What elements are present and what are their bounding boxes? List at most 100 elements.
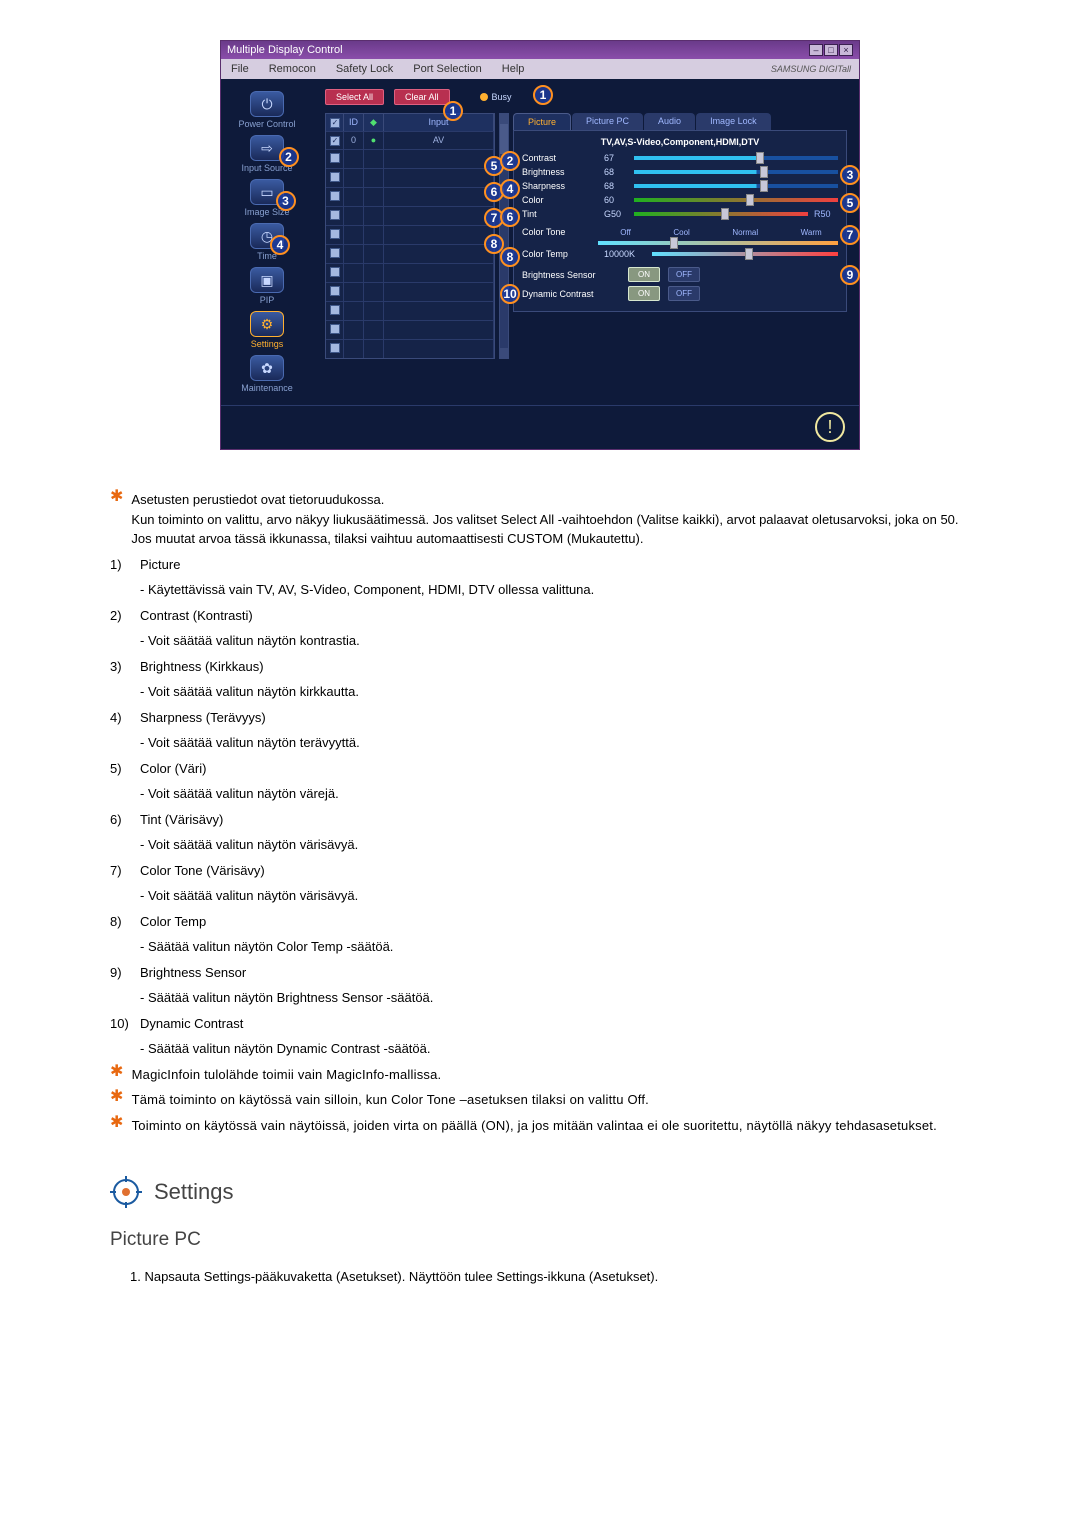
tone-opt-off[interactable]: Off — [620, 228, 631, 237]
color-tone-slider[interactable] — [598, 241, 838, 245]
maximize-icon[interactable]: □ — [824, 44, 838, 56]
color-temp-label: Color Temp — [522, 249, 598, 259]
slider-thumb[interactable] — [721, 208, 729, 220]
checkbox-icon[interactable] — [330, 343, 340, 353]
tab-image-lock[interactable]: Image Lock — [696, 113, 771, 130]
settings-gear-icon — [110, 1176, 142, 1208]
table-row[interactable] — [326, 187, 494, 206]
scroll-down-icon[interactable] — [500, 348, 508, 358]
checkbox-icon[interactable] — [330, 172, 340, 182]
slider-thumb[interactable] — [746, 194, 754, 206]
titlebar: Multiple Display Control – □ × — [221, 41, 859, 59]
busy-label: Busy — [492, 92, 512, 102]
item-title: Contrast (Kontrasti) — [140, 606, 253, 626]
dynamic-contrast-on-button[interactable]: ON — [628, 286, 660, 301]
checkbox-icon[interactable] — [330, 153, 340, 163]
sidebar-item-pip[interactable]: ▣ PIP — [250, 267, 284, 305]
checkbox-icon[interactable] — [330, 210, 340, 220]
checkbox-icon[interactable] — [330, 229, 340, 239]
slider-thumb[interactable] — [745, 248, 753, 260]
tint-label: Tint — [522, 209, 598, 219]
table-row[interactable] — [326, 301, 494, 320]
menu-port-selection[interactable]: Port Selection — [403, 61, 491, 77]
list-item: 8)Color Temp — [110, 912, 970, 932]
table-row[interactable] — [326, 225, 494, 244]
star-icon: ✱ — [110, 1090, 124, 1110]
tab-picture-pc[interactable]: Picture PC — [572, 113, 643, 130]
scroll-thumb[interactable] — [500, 124, 508, 154]
menu-safety-lock[interactable]: Safety Lock — [326, 61, 403, 77]
checkbox-icon[interactable] — [330, 118, 340, 128]
checkbox-icon[interactable] — [330, 286, 340, 296]
checkbox-icon[interactable] — [330, 191, 340, 201]
checkbox-icon[interactable] — [330, 324, 340, 334]
scroll-up-icon[interactable] — [500, 114, 508, 124]
checkbox-icon[interactable] — [330, 248, 340, 258]
slider-thumb[interactable] — [670, 237, 678, 249]
settings-title: Settings — [154, 1175, 234, 1208]
tint-slider[interactable] — [634, 212, 808, 216]
sidebar-item-image-size[interactable]: ▭ Image Size 3 — [244, 179, 289, 217]
status-bar: ! — [221, 405, 859, 449]
table-row[interactable] — [326, 244, 494, 263]
tone-opt-cool[interactable]: Cool — [673, 228, 689, 237]
tab-picture[interactable]: Picture — [513, 113, 571, 130]
checkbox-icon[interactable] — [330, 305, 340, 315]
app-title: Multiple Display Control — [227, 44, 343, 56]
contrast-slider[interactable] — [634, 156, 838, 160]
item-title: Brightness (Kirkkaus) — [140, 657, 264, 677]
slider-thumb[interactable] — [760, 166, 768, 178]
color-temp-slider[interactable] — [652, 252, 838, 256]
table-row[interactable] — [326, 320, 494, 339]
table-row[interactable] — [326, 282, 494, 301]
tone-opt-warm[interactable]: Warm — [801, 228, 822, 237]
sidebar-item-power-control[interactable]: ⏻ Power Control — [238, 91, 295, 129]
sidebar-item-settings[interactable]: ⚙ Settings — [250, 311, 284, 349]
menu-remocon[interactable]: Remocon — [259, 61, 326, 77]
item-desc: - Voit säätää valitun näytön värisävyä. — [140, 835, 970, 855]
tone-opt-normal[interactable]: Normal — [732, 228, 758, 237]
maintenance-icon: ✿ — [261, 360, 273, 377]
brightness-slider[interactable] — [634, 170, 838, 174]
item-desc: - Voit säätää valitun näytön kontrastia. — [140, 631, 970, 651]
brightness-value: 68 — [604, 167, 628, 177]
item-title: Color Temp — [140, 912, 206, 932]
sharpness-slider[interactable] — [634, 184, 838, 188]
slider-thumb[interactable] — [756, 152, 764, 164]
brightness-sensor-off-button[interactable]: OFF — [668, 267, 700, 282]
table-row[interactable] — [326, 206, 494, 225]
select-all-button[interactable]: Select All — [325, 89, 384, 105]
clear-all-button[interactable]: Clear All — [394, 89, 450, 105]
menu-file[interactable]: File — [221, 61, 259, 77]
table-row[interactable] — [326, 168, 494, 187]
tab-audio[interactable]: Audio — [644, 113, 695, 130]
sidebar-item-maintenance[interactable]: ✿ Maintenance — [241, 355, 293, 393]
item-desc: - Voit säätää valitun näytön värisävyä. — [140, 886, 970, 906]
callout-panel-8: 8 — [500, 247, 520, 267]
callout-panel-10: 10 — [500, 284, 520, 304]
paragraph: MagicInfoin tulolähde toimii vain MagicI… — [132, 1065, 442, 1085]
item-number: 2) — [110, 606, 132, 626]
table-row[interactable] — [326, 149, 494, 168]
close-icon[interactable]: × — [839, 44, 853, 56]
brand-label: SAMSUNG DIGITall — [771, 64, 859, 74]
sidebar-item-time[interactable]: ◷ Time 4 — [250, 223, 284, 261]
slider-thumb[interactable] — [760, 180, 768, 192]
table-row[interactable] — [326, 339, 494, 358]
brightness-sensor-on-button[interactable]: ON — [628, 267, 660, 282]
menu-help[interactable]: Help — [492, 61, 535, 77]
sidebar-item-input-source[interactable]: ⇨ Input Source 2 — [241, 135, 292, 173]
table-row[interactable]: 0 ● AV — [326, 131, 494, 149]
checkbox-icon[interactable] — [330, 136, 340, 146]
checkbox-icon[interactable] — [330, 267, 340, 277]
grid-header-check[interactable] — [326, 114, 344, 131]
minimize-icon[interactable]: – — [809, 44, 823, 56]
dynamic-contrast-off-button[interactable]: OFF — [668, 286, 700, 301]
info-icon[interactable]: ! — [815, 412, 845, 442]
callout-panel-5: 5 — [840, 193, 860, 213]
sidebar-item-label: Settings — [251, 339, 284, 349]
panel-title: TV,AV,S-Video,Component,HDMI,DTV — [522, 137, 838, 147]
color-slider[interactable] — [634, 198, 838, 202]
table-row[interactable] — [326, 263, 494, 282]
star-icon: ✱ — [110, 1116, 124, 1136]
